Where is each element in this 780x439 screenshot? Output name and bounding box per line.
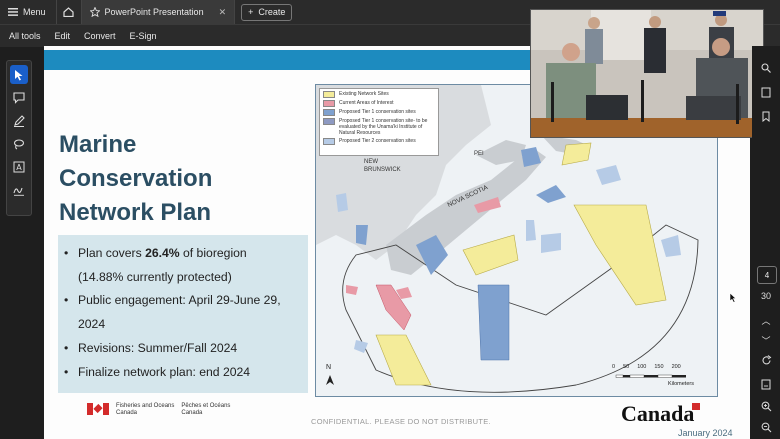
bullet-finalize: Finalize network plan: end 2024 (64, 361, 300, 385)
legend-swatch-tier1 (323, 109, 335, 116)
canada-flag-icon (87, 403, 109, 415)
lasso-icon (13, 138, 25, 149)
page-up-button[interactable]: ︿ (756, 312, 776, 328)
hamburger-icon (8, 8, 18, 16)
zoom-in-button[interactable] (756, 398, 776, 414)
chevron-down-icon: ﹀ (761, 335, 771, 346)
title-line-3: Network Plan (59, 199, 212, 226)
tab-title: PowerPoint Presentation (104, 7, 204, 17)
draw-tool[interactable] (10, 111, 28, 130)
document-icon (761, 87, 771, 97)
coverage-value: 26.4% (145, 246, 180, 260)
tier2-shape (661, 235, 681, 257)
wordmark-flag-icon (692, 403, 700, 410)
slide-date: January 2024 (678, 428, 733, 438)
close-tab-icon[interactable]: ✕ (219, 7, 227, 18)
quick-tools-panel: A (6, 60, 32, 216)
video-feed (530, 9, 764, 138)
zoom-out-icon (761, 422, 771, 432)
home-button[interactable] (55, 0, 82, 24)
label-pei: PEI (474, 151, 484, 157)
svg-text:A: A (16, 163, 22, 172)
zoom-icon (761, 63, 771, 73)
mouse-cursor-icon (729, 292, 737, 303)
scale-ticks: 0 50 100 150 200 (612, 364, 681, 370)
save-doc-icon (761, 379, 771, 389)
cursor-icon (15, 69, 23, 80)
north-label: N (326, 364, 332, 371)
bullet-engagement: Public engagement: April 29-June 29, 202… (64, 289, 300, 336)
menu-label: Menu (23, 7, 46, 17)
dfo-signature: Fisheries and Oceans Canada Pêches et Oc… (87, 403, 230, 417)
video-frame (531, 10, 763, 137)
toolbar-edit[interactable]: Edit (55, 31, 71, 41)
legend-swatch-tier1-uinr (323, 118, 335, 125)
zoom-out-button[interactable] (756, 419, 776, 435)
signature-icon (13, 187, 24, 196)
document-tab[interactable]: PowerPoint Presentation ✕ (81, 0, 236, 24)
sign-tool[interactable] (10, 180, 28, 199)
refresh-icon (761, 354, 771, 364)
current-page-indicator[interactable]: 4 (757, 266, 777, 284)
toolbar-esign[interactable]: E-Sign (130, 31, 157, 41)
legend-tier1: Proposed Tier 1 conservation sites (323, 109, 435, 116)
legend-swatch-tier2 (323, 138, 335, 145)
comment-tool[interactable] (10, 88, 28, 107)
label-new-brunswick: NEW BRUNSWICK (364, 159, 401, 173)
select-tool[interactable] (10, 65, 28, 84)
create-label: Create (258, 7, 286, 17)
lasso-tool[interactable] (10, 134, 28, 153)
zoom-in-icon (761, 401, 771, 411)
scale-unit: Kilometers (668, 381, 694, 387)
menu-button[interactable]: Menu (0, 0, 56, 24)
pen-icon (14, 114, 25, 127)
save-page-button[interactable] (756, 376, 776, 392)
title-line-1: Marine (59, 131, 137, 158)
dfo-french: Pêches et Océans Canada (181, 403, 231, 416)
map-legend: Existing Network Sites Current Areas of … (319, 88, 439, 156)
legend-swatch-existing (323, 91, 335, 98)
rail-tool-3[interactable] (756, 108, 776, 124)
dfo-english: Fisheries and Oceans Canada (116, 403, 175, 416)
text-tool[interactable]: A (10, 157, 28, 176)
legend-existing: Existing Network Sites (323, 91, 435, 98)
plus-icon: + (248, 7, 254, 17)
canada-wordmark: Canada (621, 401, 695, 426)
toolbar-convert[interactable]: Convert (84, 31, 116, 41)
rail-tool-1[interactable] (756, 60, 776, 76)
legend-swatch-aoi (323, 100, 335, 107)
legend-tier2: Proposed Tier 2 conservation sites (323, 138, 435, 145)
bullet-revisions: Revisions: Summer/Fall 2024 (64, 337, 300, 361)
chevron-up-icon: ︿ (761, 315, 771, 326)
comment-icon (13, 91, 25, 104)
tier1-shape (477, 284, 510, 361)
coverage-note: (14.88% currently protected) (78, 269, 232, 284)
slide-title: Marine Conservation Network Plan (59, 128, 289, 230)
title-line-2: Conservation (59, 165, 213, 192)
total-pages: 30 (760, 291, 771, 301)
text-box-icon: A (13, 161, 25, 172)
legend-aoi: Current Areas of Interest (323, 100, 435, 107)
bullet-coverage: Plan covers 26.4% of bioregion(14.88% cu… (64, 242, 300, 289)
page-down-button[interactable]: ﹀ (756, 332, 776, 348)
star-icon (89, 7, 100, 17)
bookmark-icon (762, 111, 770, 122)
confidential-notice: CONFIDENTIAL. PLEASE DO NOT DISTRIBUTE. (311, 417, 491, 426)
home-icon (63, 7, 74, 17)
legend-tier1-uinr: Proposed Tier 1 conservation site- to be… (323, 118, 435, 136)
toolbar-all-tools[interactable]: All tools (9, 31, 41, 41)
create-button[interactable]: + Create (241, 3, 293, 21)
existing-site-shape (573, 204, 667, 306)
rail-tool-2[interactable] (756, 84, 776, 100)
bullet-box: Plan covers 26.4% of bioregion(14.88% cu… (58, 235, 308, 393)
refresh-button[interactable] (756, 352, 776, 368)
right-rail: 4 30 ︿ ﹀ (752, 46, 780, 439)
